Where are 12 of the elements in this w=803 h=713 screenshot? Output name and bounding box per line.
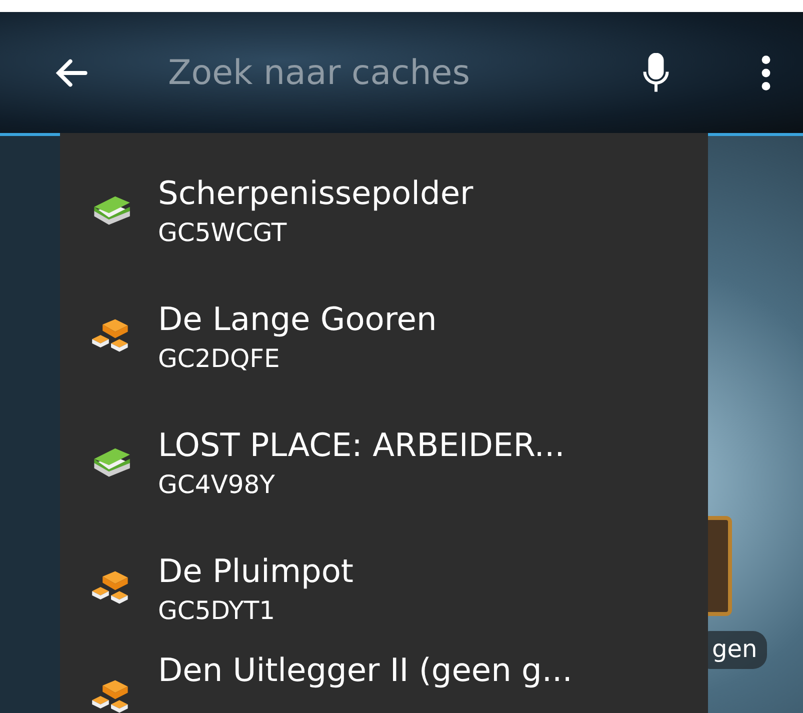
search-field[interactable]: Zoek naar caches: [168, 52, 641, 92]
cache-code: GC5DYT1: [158, 596, 276, 624]
more-options-icon[interactable]: [761, 54, 771, 90]
cache-name[interactable]: LOST PLACE: ARBEIDER...: [158, 426, 565, 464]
cache-code: GC5WCGT: [158, 218, 288, 246]
cache-name[interactable]: De Pluimpot: [158, 552, 354, 590]
cache-name[interactable]: De Lange Gooren: [158, 300, 437, 338]
cache-code: GC4V98Y: [158, 470, 276, 498]
microphone-icon[interactable]: [641, 52, 671, 92]
cache-name[interactable]: Scherpenissepolder: [158, 174, 474, 212]
cache-code: GC2DQFE: [158, 344, 281, 372]
cache-name[interactable]: Den Uitlegger II (geen g...: [158, 651, 572, 689]
